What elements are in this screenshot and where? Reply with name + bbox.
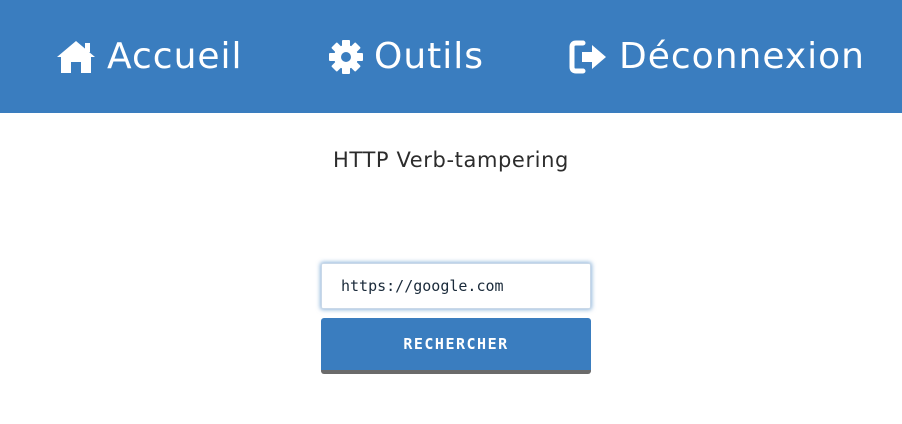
nav-home-label: Accueil [107, 36, 243, 77]
sign-out-icon [569, 40, 609, 74]
top-navbar: Accueil Outils Déconnexion [0, 0, 902, 113]
search-button[interactable]: RECHERCHER [321, 318, 591, 374]
url-input[interactable] [321, 263, 591, 309]
nav-logout-link[interactable]: Déconnexion [569, 0, 865, 113]
nav-tools-link[interactable]: Outils [328, 0, 484, 113]
page-title: HTTP Verb-tampering [333, 148, 569, 172]
home-icon [55, 39, 97, 75]
nav-logout-label: Déconnexion [619, 36, 865, 77]
gear-icon [328, 39, 364, 75]
nav-home-link[interactable]: Accueil [55, 0, 243, 113]
nav-tools-label: Outils [374, 36, 485, 77]
